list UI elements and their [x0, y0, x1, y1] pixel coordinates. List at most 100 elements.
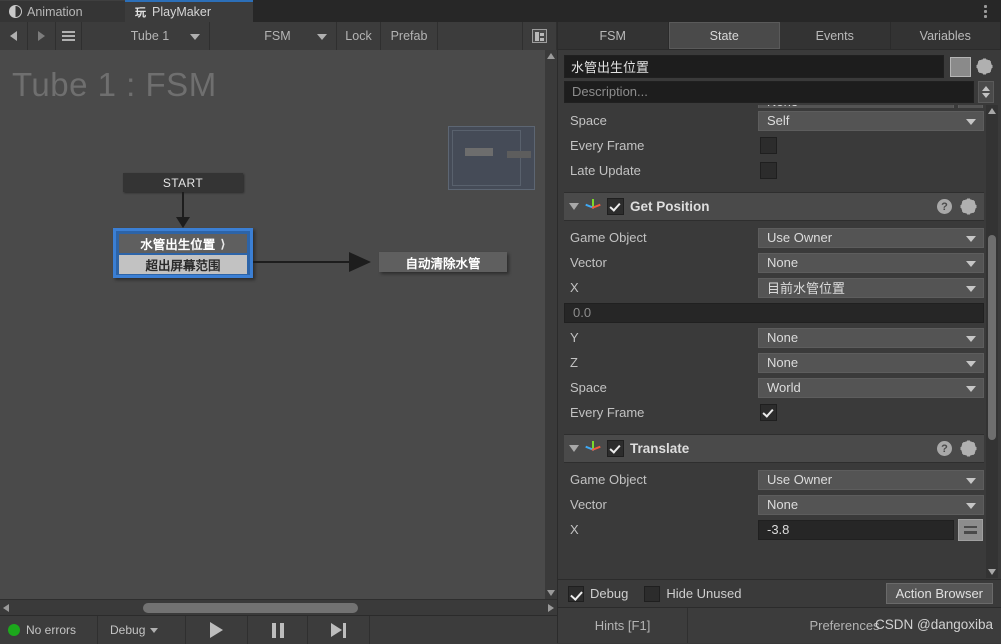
fsm-selector[interactable]: FSM — [210, 22, 337, 50]
chevron-down-icon[interactable] — [569, 203, 579, 210]
minimap[interactable] — [448, 126, 535, 190]
debug-toggle-label: Debug — [590, 586, 628, 601]
scroll-left-icon[interactable] — [3, 604, 9, 612]
canvas-vertical-scrollbar[interactable] — [545, 50, 557, 599]
row-space-above: Space Self — [564, 108, 984, 133]
help-icon[interactable]: ? — [937, 199, 952, 214]
start-node[interactable]: START — [123, 173, 243, 192]
row-space-above-dropdown[interactable]: Self — [758, 111, 984, 131]
scroll-right-icon[interactable] — [548, 604, 554, 612]
row-gp-z-dropdown[interactable]: None — [758, 353, 984, 373]
gear-icon[interactable] — [961, 441, 976, 456]
gear-icon[interactable] — [961, 199, 976, 214]
action-enabled-checkbox-translate[interactable] — [607, 440, 624, 457]
action-header-get-position[interactable]: Get Position ? — [564, 192, 984, 221]
action-browser-button[interactable]: Action Browser — [886, 583, 993, 604]
tab-fsm[interactable]: FSM — [557, 22, 669, 49]
play-button[interactable] — [186, 616, 248, 644]
scroll-down-icon[interactable] — [547, 590, 555, 596]
row-gp-z: Z None — [564, 350, 984, 375]
tab-state[interactable]: State — [669, 22, 781, 49]
inspector-scroll-thumb[interactable] — [988, 235, 996, 440]
scroll-up-icon[interactable] — [547, 53, 555, 59]
row-gp-x-number-input[interactable]: 0.0 — [564, 303, 984, 323]
back-button[interactable] — [0, 22, 28, 50]
hints-button[interactable]: Hints [F1] — [558, 608, 688, 643]
row-gp-y-dropdown[interactable]: None — [758, 328, 984, 348]
preferences-label: Preferences — [809, 618, 879, 633]
state-node-active[interactable]: 水管出生位置 ⟩ 超出屏幕范围 — [113, 228, 253, 278]
object-selector[interactable]: Tube 1 — [82, 22, 210, 50]
row-tr-game-object-dropdown[interactable]: Use Owner — [758, 470, 984, 490]
help-icon[interactable]: ? — [937, 441, 952, 456]
chevron-down-icon — [966, 261, 976, 267]
actions-list: None Space Self Every Frame — [564, 105, 984, 578]
transition-line — [253, 261, 353, 263]
clock-icon — [9, 5, 22, 18]
state-color-swatch[interactable] — [950, 57, 971, 77]
row-tr-x-input[interactable]: -3.8 — [758, 520, 954, 540]
row-tr-vector-dropdown[interactable]: None — [758, 495, 984, 515]
inspector-scrollbar[interactable] — [986, 105, 998, 578]
row-gp-space-dropdown[interactable]: World — [758, 378, 984, 398]
step-button[interactable] — [308, 616, 370, 644]
state-description-input[interactable]: Description... — [564, 81, 974, 103]
gear-icon[interactable] — [977, 59, 992, 74]
action-name-translate: Translate — [630, 441, 689, 456]
row-gp-game-object-dropdown[interactable]: Use Owner — [758, 228, 984, 248]
debug-checkbox[interactable] — [568, 586, 584, 602]
row-gp-game-object: Game Object Use Owner — [564, 225, 984, 250]
row-tr-vector-value: None — [767, 497, 798, 512]
scroll-down-icon[interactable] — [988, 569, 996, 575]
hide-unused-toggle[interactable]: Hide Unused — [644, 586, 741, 602]
row-gp-x-dropdown[interactable]: 目前水管位置 — [758, 278, 984, 298]
debug-toggle[interactable]: Debug — [568, 586, 628, 602]
debug-dropdown[interactable]: Debug — [98, 616, 186, 644]
row-gp-vector-dropdown[interactable]: None — [758, 253, 984, 273]
scroll-up-icon[interactable] — [988, 108, 996, 114]
graph-menu-button[interactable] — [56, 22, 82, 50]
hints-label: Hints [F1] — [595, 618, 651, 633]
row-gp-space: Space World — [564, 375, 984, 400]
chevron-down-icon — [966, 361, 976, 367]
minimap-viewport — [452, 130, 521, 186]
tab-variables[interactable]: Variables — [891, 22, 1001, 49]
row-gp-x-number-value: 0.0 — [573, 305, 591, 320]
every-frame-checkbox-above[interactable] — [760, 137, 777, 154]
action-header-translate[interactable]: Translate ? — [564, 434, 984, 463]
row-gp-every-frame-checkbox[interactable] — [760, 404, 777, 421]
tab-events[interactable]: Events — [780, 22, 891, 49]
prefab-button[interactable]: Prefab — [381, 22, 438, 50]
state-name-input[interactable]: 水管出生位置 — [564, 55, 944, 78]
tab-animation[interactable]: Animation — [0, 0, 125, 22]
action-enabled-checkbox-get-position[interactable] — [607, 198, 624, 215]
lock-button[interactable]: Lock — [337, 22, 381, 50]
error-status[interactable]: No errors — [0, 616, 98, 644]
layout-button[interactable] — [523, 22, 557, 50]
tab-events-label: Events — [816, 29, 854, 43]
up-down-arrows-icon[interactable] — [978, 81, 994, 103]
state-node-event[interactable]: 超出屏幕范围 — [119, 255, 247, 274]
chevron-down-icon[interactable] — [569, 445, 579, 452]
canvas-horizontal-scrollbar[interactable] — [0, 599, 557, 616]
inspector-status-bar: Hints [F1] Preferences CSDN @dangoxiba — [557, 607, 1001, 643]
row-tr-game-object-value: Use Owner — [767, 472, 832, 487]
minimap-node-1 — [465, 148, 493, 156]
fsm-canvas[interactable]: Tube 1 : FSM START 水管出生位置 ⟩ 超出屏幕范围 — [0, 50, 545, 599]
kebab-menu-icon[interactable] — [978, 4, 992, 19]
tab-playmaker[interactable]: 玩 PlayMaker — [125, 0, 253, 22]
pause-button[interactable] — [248, 616, 308, 644]
row-gp-every-frame-label: Every Frame — [564, 405, 752, 420]
row-space-above-label: Space — [564, 113, 752, 128]
horizontal-scroll-thumb[interactable] — [143, 603, 358, 613]
state-node-target[interactable]: 自动清除水管 — [379, 252, 507, 272]
chevron-down-icon — [966, 386, 976, 392]
hide-unused-checkbox[interactable] — [644, 586, 660, 602]
arrow-right-icon — [38, 31, 45, 41]
panel-layout-icon — [532, 29, 547, 43]
equals-icon[interactable] — [958, 519, 983, 541]
forward-button[interactable] — [28, 22, 56, 50]
late-update-checkbox[interactable] — [760, 162, 777, 179]
row-tr-x: X -3.8 — [564, 517, 984, 542]
step-forward-icon — [331, 623, 346, 638]
